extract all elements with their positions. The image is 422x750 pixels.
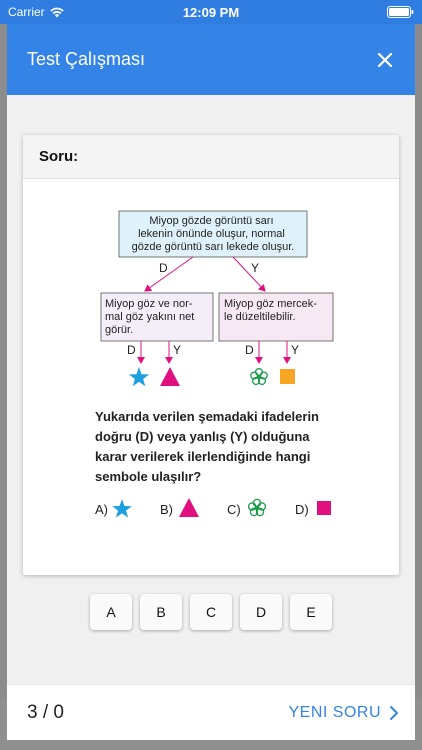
- question-text-line-2: doğru (D) veya yanlış (Y) olduğuna: [95, 429, 310, 444]
- question-image: Miyop gözde görüntü sarı lekenin önünde …: [95, 210, 334, 518]
- chevron-right-icon: [390, 705, 398, 720]
- next-question-button[interactable]: YENI SORU: [288, 704, 399, 722]
- option-d-square-icon: [317, 501, 331, 515]
- right-box-line-1: Miyop göz mercek-: [224, 298, 317, 310]
- top-box-line-2: lekenin önünde oluşur, normal: [138, 228, 285, 240]
- option-d-label: D): [295, 502, 309, 517]
- answer-c-button[interactable]: C: [190, 594, 232, 630]
- close-button[interactable]: [371, 46, 399, 74]
- right-branch-true-label: D: [245, 343, 254, 357]
- carrier-label: Carrier: [8, 5, 45, 19]
- left-box-line-2: mal göz yakını net: [105, 311, 194, 323]
- answer-buttons: A B C D E: [7, 594, 415, 630]
- option-c-label: C): [227, 502, 241, 517]
- option-a-label: A): [95, 502, 108, 517]
- answer-d-button[interactable]: D: [240, 594, 282, 630]
- wifi-icon: [49, 7, 64, 18]
- left-box-line-3: görür.: [105, 324, 133, 336]
- next-question-label: YENI SORU: [288, 703, 381, 721]
- question-text-line-3: karar verilerek ilerlendiğinde hangi: [95, 449, 310, 464]
- top-box-line-3: gözde görüntü sarı lekede oluşur.: [132, 241, 295, 253]
- modal-title: Test Çalışması: [27, 49, 146, 69]
- modal-header: Test Çalışması: [7, 24, 415, 95]
- top-box-line-1: Miyop gözde görüntü sarı: [149, 215, 273, 227]
- star-icon: [128, 367, 150, 387]
- answer-e-button[interactable]: E: [290, 594, 332, 630]
- option-b-label: B): [160, 502, 173, 517]
- right-branch-false-label: Y: [291, 343, 299, 357]
- close-icon: [377, 52, 393, 67]
- answer-a-button[interactable]: A: [90, 594, 132, 630]
- answer-b-button[interactable]: B: [140, 594, 182, 630]
- svg-text:Yukarıda verilen şemadaki ifad: Yukarıda verilen şemadaki ifadelerin doğ…: [95, 409, 323, 484]
- option-c-flower-icon: [247, 498, 267, 517]
- score-counter: 3 / 0: [27, 701, 64, 723]
- test-modal: Test Çalışması Soru: Miyop gözde görüntü…: [7, 24, 415, 740]
- question-card: Soru: Miyop gözde görüntü sarı lekenin ö…: [23, 135, 399, 575]
- left-branch-true-label: D: [127, 343, 136, 357]
- option-a-star-icon: [112, 499, 132, 518]
- question-text-line-4: sembole ulaşılır?: [95, 469, 201, 484]
- question-header: Soru:: [23, 135, 399, 179]
- svg-text:Miyop gözde görüntü sarı: Miyop gözde görüntü sarı lekenin önünde …: [132, 215, 295, 253]
- left-box-line-1: Miyop göz ve nor-: [105, 298, 193, 310]
- option-b-triangle-icon: [179, 498, 199, 517]
- top-branch-false-label: Y: [251, 261, 259, 275]
- flower-icon: [250, 367, 268, 386]
- battery-icon: [387, 6, 414, 18]
- left-branch-false-label: Y: [173, 343, 181, 357]
- question-text-line-1: Yukarıda verilen şemadaki ifadelerin: [95, 409, 319, 424]
- right-box-line-2: le düzeltilebilir.: [224, 311, 296, 323]
- carrier: Carrier: [8, 5, 65, 19]
- triangle-icon: [160, 367, 180, 386]
- square-icon: [280, 369, 295, 384]
- top-branch-true-label: D: [159, 261, 168, 275]
- modal-footer: 3 / 0 YENI SORU: [7, 684, 415, 740]
- status-bar: Carrier 12:09 PM: [0, 0, 422, 24]
